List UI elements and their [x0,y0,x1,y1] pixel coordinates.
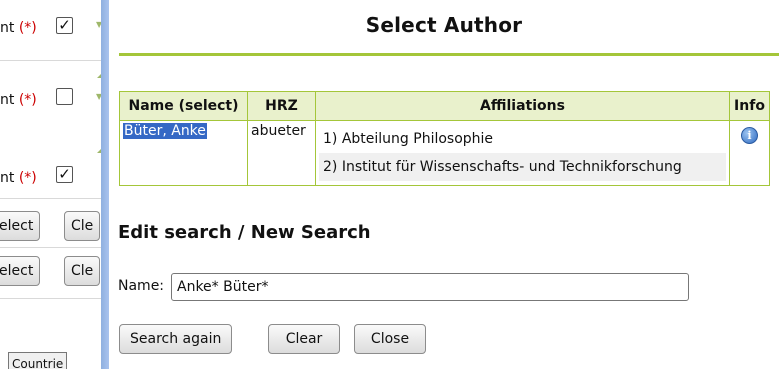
name-search-input[interactable] [171,273,689,301]
select-button[interactable]: elect [0,211,41,241]
dialog-border [101,0,109,369]
column-header-hrz: HRZ [247,91,316,121]
table-row: Büter, Anke abueter 1) Abteilung Philoso… [119,120,770,186]
close-button[interactable]: Close [354,324,426,354]
column-header-name[interactable]: Name (select) [119,91,248,121]
separator [0,247,110,248]
checkbox-checked[interactable]: ✓ [56,166,73,183]
affiliation-item: 1) Abteilung Philosophie [323,131,494,147]
checkbox-checked[interactable]: ✓ [56,17,73,34]
select-author-dialog: Select Author Name (select) HRZ Affiliat… [109,0,779,369]
required-field-label: nt (*) [0,170,37,186]
author-name-cell: Büter, Anke [119,120,248,186]
select-button[interactable]: elect [0,256,41,286]
affiliation-item: 2) Institut für Wissenschafts- und Techn… [319,153,726,181]
clear-button[interactable]: Cle [64,256,101,286]
edit-search-heading: Edit search / New Search [118,222,371,243]
hrz-cell: abueter [247,120,316,186]
required-field-label: nt (*) [0,92,37,108]
info-cell: i [729,120,770,186]
required-field-label: nt (*) [0,20,37,36]
separator [0,60,110,61]
author-name-link[interactable]: Büter, Anke [123,123,207,139]
name-label: Name: [118,278,165,294]
clear-button[interactable]: Clear [268,324,340,354]
separator [0,198,110,199]
affiliations-cell: 1) Abteilung Philosophie 2) Institut für… [315,120,730,186]
author-results-table: Name (select) HRZ Affiliations Info Büte… [119,91,770,186]
clear-button[interactable]: Cle [64,211,101,241]
title-divider [119,53,779,56]
column-header-info: Info [729,91,770,121]
dialog-title: Select Author [365,13,523,37]
search-again-button[interactable]: Search again [119,324,233,354]
checkbox-unchecked[interactable] [56,88,73,105]
country-select[interactable]: Countrie [8,352,68,369]
separator [0,298,110,299]
background-page: nt (*) ✓ ▼ ◢ nt (*) ▼ ◢ nt (*) ✓ elect C… [0,0,110,369]
column-header-affiliations: Affiliations [315,91,730,121]
info-icon[interactable]: i [741,127,758,144]
